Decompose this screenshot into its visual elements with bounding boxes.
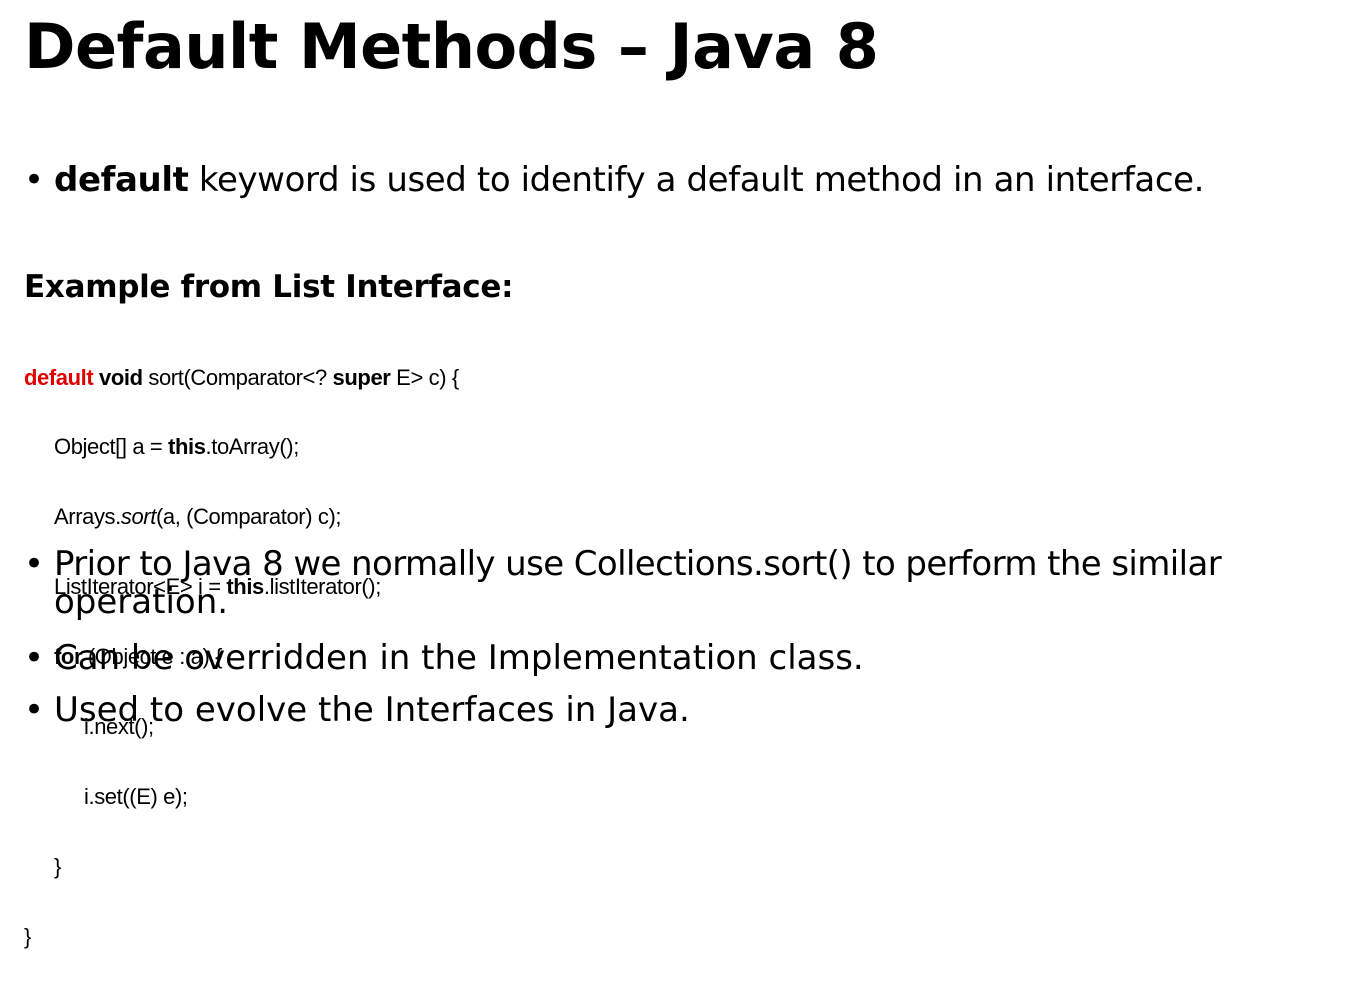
bullet-default-keyword: • default keyword is used to identify a d… [24, 160, 1204, 200]
bullet-text: Used to evolve the Interfaces in Java. [54, 690, 690, 730]
bullet-evolve-interfaces: • Used to evolve the Interfaces in Java. [24, 690, 690, 730]
code-text: .toArray(); [205, 434, 300, 460]
code-line-1: default void sort(Comparator<? super E> … [24, 364, 459, 390]
slide-title: Default Methods – Java 8 [24, 10, 879, 83]
bullet-prior-java8: • Prior to Java 8 we normally use Collect… [24, 544, 1222, 584]
code-text: E> c) { [390, 364, 459, 390]
code-text: Object[] a = [54, 434, 169, 460]
bullet-text: keyword is used to identify a default me… [188, 160, 1205, 200]
code-line-8: } [54, 853, 61, 879]
bullet-dot: • [24, 160, 44, 200]
code-text: sort(Comparator<? [142, 364, 333, 390]
bullet-prior-java8-continuation: operation. [54, 582, 229, 622]
code-keyword-this: this [168, 434, 206, 460]
bullet-keyword: default [54, 160, 189, 200]
code-line-9: } [24, 923, 31, 949]
code-text: Arrays. [54, 504, 121, 530]
code-keyword-super: super [332, 364, 391, 390]
bullet-dot: • [24, 638, 45, 678]
bullet-overridden: • Can be overridden in the Implementation… [24, 638, 864, 678]
code-keyword-default: default [24, 364, 94, 390]
bullet-dot: • [24, 544, 44, 584]
code-keyword-void: void [99, 364, 143, 390]
code-text: (a, (Comparator) c); [155, 504, 342, 530]
code-line-3: Arrays.sort(a, (Comparator) c); [24, 505, 459, 528]
code-line-2: Object[] a = this.toArray(); [24, 435, 459, 458]
code-italic-sort: sort [120, 504, 156, 530]
slide: Default Methods – Java 8 • default keywor… [0, 0, 1370, 948]
bullet-dot: • [24, 690, 45, 730]
example-heading: Example from List Interface: [24, 269, 514, 305]
bullet-text: Can be overridden in the Implementation … [54, 638, 864, 678]
bullet-text: Prior to Java 8 we normally use Collecti… [54, 544, 1222, 584]
code-line-7: i.set((E) e); [84, 783, 188, 809]
